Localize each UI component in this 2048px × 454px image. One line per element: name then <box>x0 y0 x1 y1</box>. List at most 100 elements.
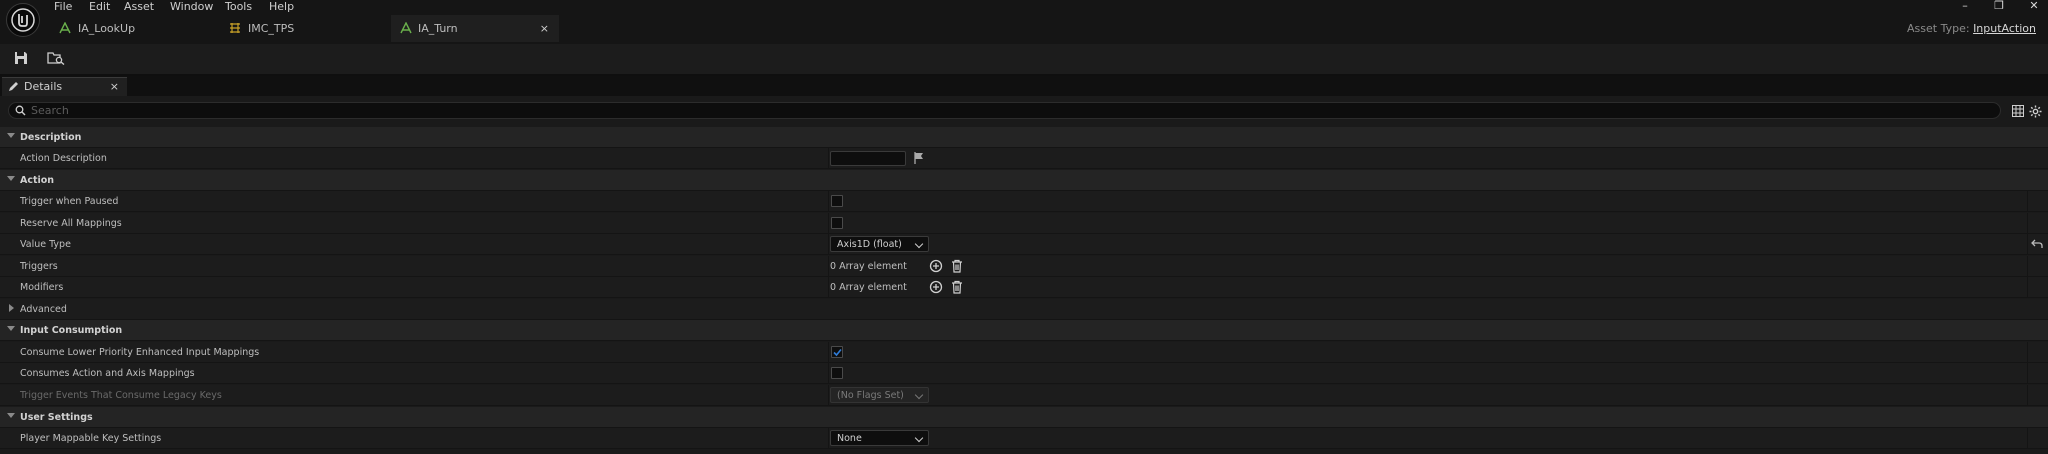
close-window-icon[interactable]: ✕ <box>2023 0 2045 13</box>
dropdown-value: Axis1D (float) <box>837 239 902 250</box>
trash-icon[interactable] <box>950 259 964 273</box>
category-label: User Settings <box>20 412 93 423</box>
tab-label: IA_Turn <box>418 22 458 35</box>
column-divider <box>2027 256 2028 277</box>
property-player-mappable: Player Mappable Key Settings None <box>0 428 2048 449</box>
category-action[interactable]: Action <box>0 170 2048 191</box>
property-matrix-button[interactable] <box>2010 103 2026 119</box>
browse-folder-icon <box>47 52 65 65</box>
search-icon <box>15 105 26 116</box>
chevron-down-icon <box>914 239 924 249</box>
column-divider[interactable] <box>828 191 829 212</box>
restore-icon[interactable]: ❐ <box>1988 0 2010 13</box>
column-divider[interactable] <box>828 277 829 298</box>
array-count: 0 Array element <box>830 261 907 272</box>
column-divider <box>2027 277 2028 298</box>
property-label: Trigger when Paused <box>20 196 119 207</box>
checkmark-icon <box>833 348 842 357</box>
property-modifiers: Modifiers 0 Array element <box>0 277 2048 298</box>
value-type-dropdown[interactable]: Axis1D (float) <box>830 236 929 252</box>
trash-icon[interactable] <box>950 280 964 294</box>
table-icon <box>2012 105 2024 117</box>
property-label: Player Mappable Key Settings <box>20 433 162 444</box>
column-divider[interactable] <box>828 213 829 234</box>
input-mapping-context-icon <box>230 23 240 33</box>
menu-window[interactable]: Window <box>170 0 213 14</box>
tab-imc-tps[interactable]: IMC_TPS <box>215 15 335 42</box>
column-divider <box>2027 363 2028 384</box>
category-user-settings[interactable]: User Settings <box>0 407 2048 428</box>
input-action-icon <box>400 22 412 34</box>
action-description-input[interactable] <box>830 151 906 166</box>
column-divider[interactable] <box>828 385 829 406</box>
save-button[interactable] <box>11 49 31 67</box>
settings-button[interactable] <box>2027 103 2043 119</box>
tab-ia-turn[interactable]: IA_Turn × <box>391 15 559 42</box>
category-input-consumption[interactable]: Input Consumption <box>0 320 2048 341</box>
property-label: Consumes Action and Axis Mappings <box>20 368 195 379</box>
trigger-events-dropdown: (No Flags Set) <box>830 387 929 403</box>
property-consumes-action-axis: Consumes Action and Axis Mappings <box>0 363 2048 384</box>
asset-type-prefix: Asset Type: <box>1907 22 1970 35</box>
tab-label: IMC_TPS <box>248 22 295 35</box>
column-divider[interactable] <box>828 256 829 277</box>
unreal-logo-icon[interactable] <box>6 3 40 37</box>
property-label: Action Description <box>20 153 107 164</box>
asset-type: Asset Type: InputAction <box>1907 22 2036 35</box>
category-label: Action <box>20 175 55 186</box>
close-details-icon[interactable]: × <box>110 80 119 93</box>
column-divider[interactable] <box>828 342 829 363</box>
expand-arrow-icon <box>9 304 14 312</box>
column-divider <box>2027 342 2028 363</box>
column-divider <box>2027 428 2028 449</box>
column-divider[interactable] <box>828 428 829 449</box>
search-input[interactable]: Search <box>8 102 2001 119</box>
consume-lower-priority-checkbox[interactable] <box>831 346 843 358</box>
property-reserve-all-mappings: Reserve All Mappings <box>0 213 2048 234</box>
add-element-icon[interactable] <box>929 280 943 294</box>
gear-icon <box>2029 105 2041 117</box>
property-consume-lower-priority: Consume Lower Priority Enhanced Input Ma… <box>0 342 2048 363</box>
consumes-action-axis-checkbox[interactable] <box>831 367 843 379</box>
player-mappable-dropdown[interactable]: None <box>830 430 929 446</box>
expand-arrow-icon <box>7 413 15 418</box>
column-divider <box>2027 191 2028 212</box>
property-value-type: Value Type Axis1D (float) <box>0 234 2048 255</box>
property-label: Reserve All Mappings <box>20 218 122 229</box>
flag-icon[interactable] <box>912 151 926 165</box>
reset-to-default-icon[interactable] <box>2031 238 2043 250</box>
expand-arrow-icon <box>7 176 15 181</box>
details-tab-strip <box>0 76 2048 96</box>
property-label: Triggers <box>20 261 58 272</box>
property-advanced[interactable]: Advanced <box>0 299 2048 320</box>
browse-asset-button[interactable] <box>45 49 67 67</box>
details-tab-label: Details <box>24 80 63 93</box>
minimize-icon[interactable]: – <box>1954 0 1976 13</box>
save-icon <box>15 52 27 64</box>
close-tab-icon[interactable]: × <box>540 15 549 42</box>
menu-edit[interactable]: Edit <box>89 0 110 14</box>
dropdown-value: None <box>837 433 862 444</box>
column-divider[interactable] <box>828 363 829 384</box>
search-placeholder: Search <box>31 104 69 117</box>
menu-tools[interactable]: Tools <box>225 0 252 14</box>
menu-asset[interactable]: Asset <box>124 0 154 14</box>
expand-arrow-icon <box>7 326 15 331</box>
reserve-all-mappings-checkbox[interactable] <box>831 217 843 229</box>
add-element-icon[interactable] <box>929 259 943 273</box>
tab-label: IA_LookUp <box>78 22 136 35</box>
column-divider[interactable] <box>828 148 829 169</box>
property-triggers: Triggers 0 Array element <box>0 256 2048 277</box>
menu-file[interactable]: File <box>54 0 72 14</box>
asset-type-link[interactable]: InputAction <box>1973 22 2036 35</box>
property-label: Trigger Events That Consume Legacy Keys <box>20 390 222 401</box>
menu-help[interactable]: Help <box>269 0 294 14</box>
chevron-down-icon <box>914 433 924 443</box>
tab-ia-lookup[interactable]: IA_LookUp <box>45 15 165 42</box>
property-trigger-when-paused: Trigger when Paused <box>0 191 2048 212</box>
column-divider[interactable] <box>828 234 829 255</box>
property-label: Advanced <box>20 304 67 315</box>
category-description[interactable]: Description <box>0 127 2048 148</box>
trigger-when-paused-checkbox[interactable] <box>831 195 843 207</box>
tab-details[interactable]: Details × <box>2 77 127 96</box>
